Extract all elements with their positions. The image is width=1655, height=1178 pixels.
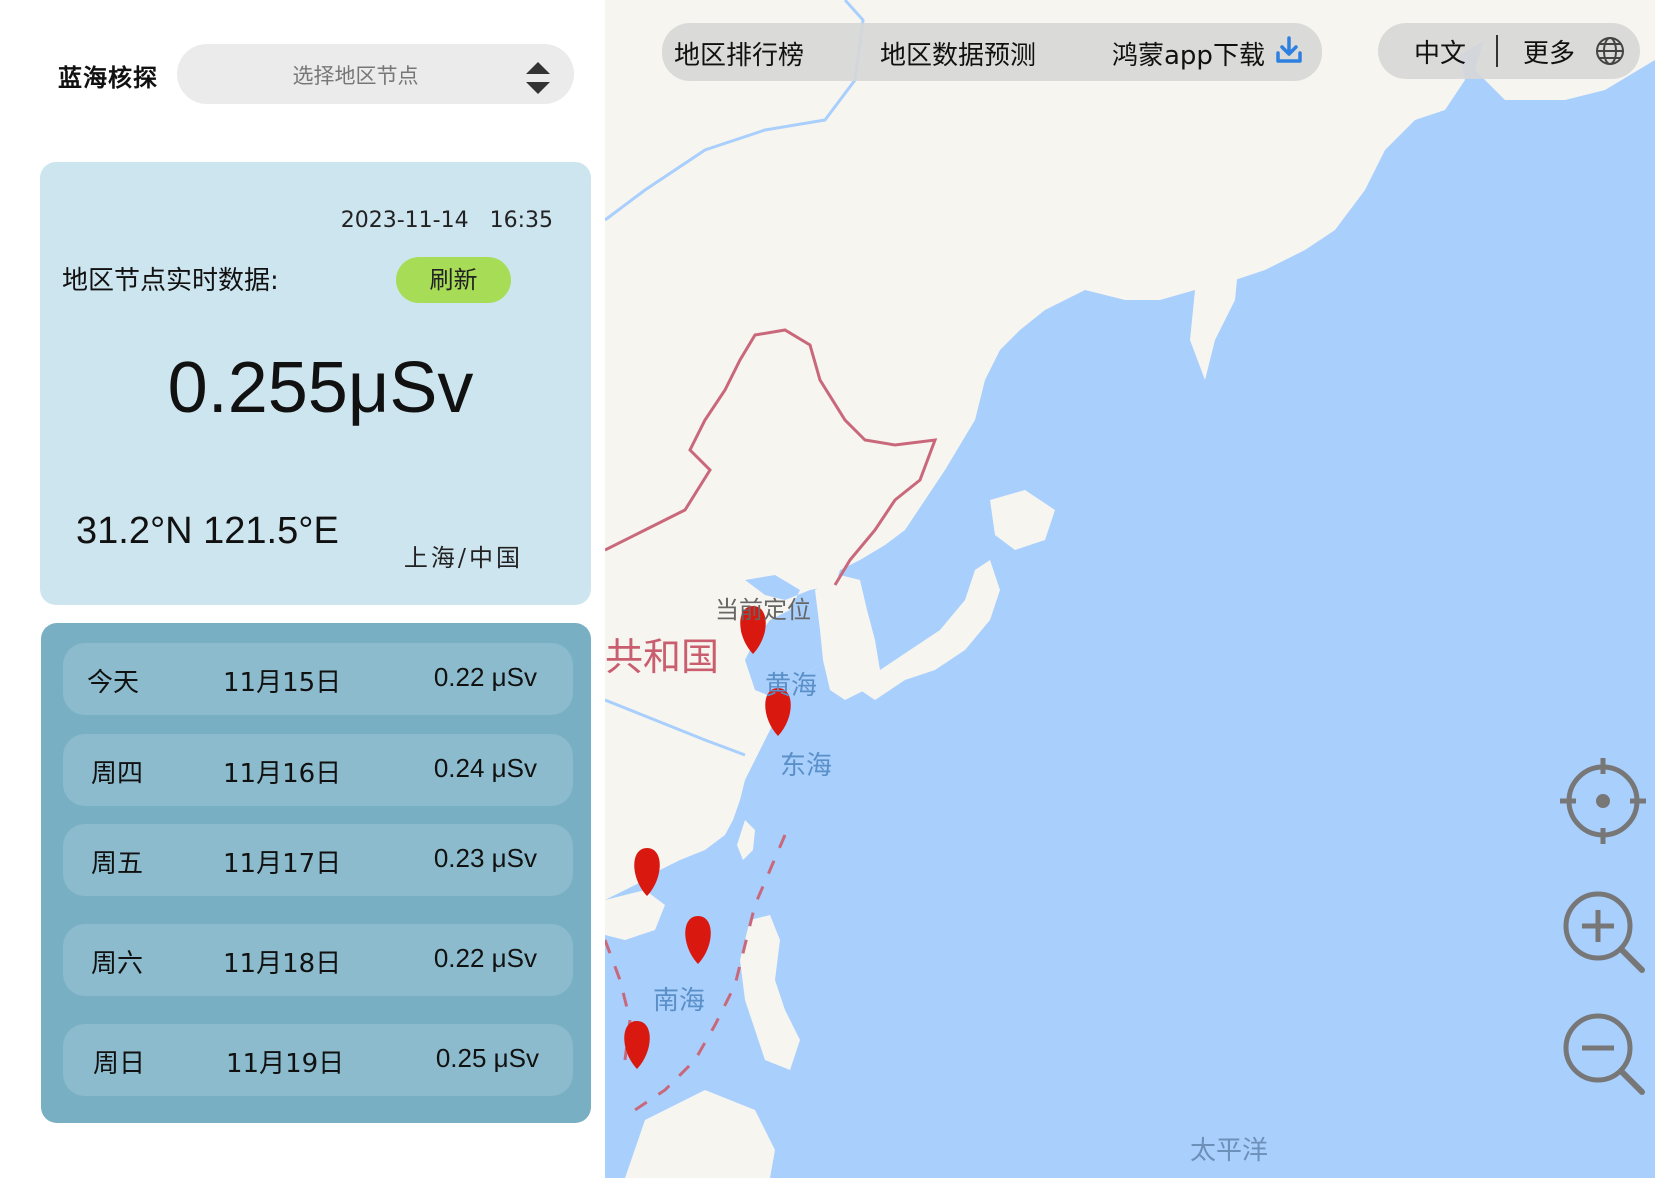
forecast-value: 0.22 μSv [433, 662, 537, 692]
nav-ranking[interactable]: 地区排行榜 [674, 35, 804, 72]
forecast-date: 11月18日 [223, 949, 342, 979]
update-datetime: 2023-11-14 16:35 [340, 208, 553, 233]
forecast-day: 周日 [93, 1049, 146, 1079]
pacific-label: 太平洋 [1190, 1136, 1269, 1166]
forecast-row: 今天 11月15日 0.22 μSv [63, 643, 573, 715]
forecast-day: 周六 [91, 949, 144, 979]
yellow-sea-label: 黄海 [765, 671, 818, 701]
current-location-label: 当前定位 [715, 596, 811, 624]
map-marker [634, 848, 660, 896]
borneo-landmass [625, 1090, 775, 1178]
map-canvas [605, 0, 1655, 1178]
forecast-row: 周日 11月19日 0.25 μSv [63, 1024, 573, 1096]
top-nav: 地区排行榜 地区数据预测 鸿蒙app下载 [662, 23, 1322, 81]
forecast-date: 11月17日 [223, 849, 342, 879]
forecast-row: 周四 11月16日 0.24 μSv [63, 734, 573, 806]
forecast-day: 今天 [87, 668, 140, 698]
east-sea-label: 东海 [780, 751, 833, 781]
forecast-day: 周五 [91, 849, 144, 879]
refresh-button[interactable]: 刷新 [396, 257, 511, 303]
country-label: 共和国 [605, 635, 720, 679]
forecast-date: 11月15日 [223, 668, 342, 698]
region-select-placeholder: 选择地区节点 [292, 64, 419, 88]
language-button[interactable]: 中文 [1414, 33, 1466, 70]
hainan-island [605, 890, 665, 940]
dose-value: 0.255μSv [167, 348, 474, 428]
zoom-out-icon[interactable] [1560, 1010, 1648, 1098]
mainland-landmass [605, 0, 1495, 900]
download-icon[interactable] [1274, 35, 1304, 65]
south-sea-label: 南海 [653, 986, 706, 1016]
app-title: 蓝海核探 [58, 63, 158, 92]
nav-prediction[interactable]: 地区数据预测 [880, 35, 1036, 72]
map-view[interactable]: 当前定位 共和国 黄海 东海 南海 太平洋 [605, 0, 1655, 1178]
forecast-value: 0.22 μSv [433, 943, 537, 973]
forecast-date: 11月16日 [223, 759, 342, 789]
select-arrows-icon [526, 62, 550, 94]
forecast-value: 0.24 μSv [433, 753, 537, 783]
forecast-card: 今天 11月15日 0.22 μSv 周四 11月16日 0.24 μSv 周五… [41, 623, 591, 1123]
divider [1496, 35, 1498, 67]
location-name: 上海/中国 [403, 544, 523, 572]
region-select[interactable]: 选择地区节点 [177, 44, 574, 104]
realtime-label: 地区节点实时数据: [62, 266, 279, 296]
map-marker [685, 916, 711, 964]
zoom-in-icon[interactable] [1560, 888, 1648, 976]
forecast-day: 周四 [91, 759, 144, 789]
sidebar-panel: 蓝海核探 选择地区节点 2023-11-14 16:35 地区节点实时数据: 刷… [0, 0, 605, 1178]
forecast-row: 周六 11月18日 0.22 μSv [63, 924, 573, 996]
more-button[interactable]: 更多 [1523, 33, 1575, 70]
forecast-value: 0.23 μSv [433, 843, 537, 873]
nav-download[interactable]: 鸿蒙app下载 [1112, 35, 1265, 72]
philippines-islands [740, 915, 800, 1070]
honshu-island [860, 560, 1000, 700]
locate-icon[interactable] [1558, 756, 1648, 846]
coordinates: 31.2°N 121.5°E [76, 510, 339, 552]
hokkaido-island [990, 490, 1055, 550]
forecast-date: 11月19日 [226, 1049, 345, 1079]
globe-icon[interactable] [1594, 35, 1626, 67]
realtime-card: 2023-11-14 16:35 地区节点实时数据: 刷新 0.255μSv 3… [40, 162, 591, 605]
language-bar: 中文 更多 [1378, 23, 1640, 79]
forecast-value: 0.25 μSv [435, 1043, 539, 1073]
forecast-row: 周五 11月17日 0.23 μSv [63, 824, 573, 896]
map-marker [624, 1021, 650, 1069]
taiwan-island [737, 820, 755, 860]
